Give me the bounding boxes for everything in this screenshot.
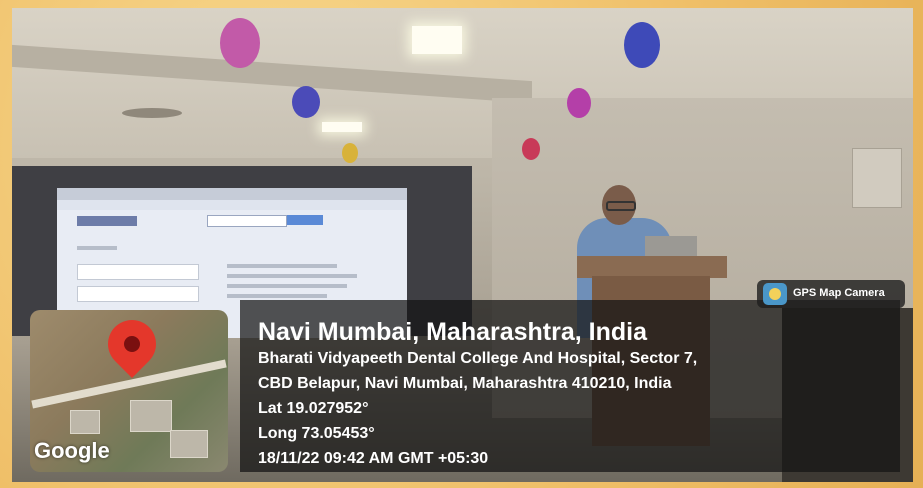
login-heading [77, 246, 117, 250]
site-search-button [287, 215, 323, 225]
address-line-1: Bharati Vidyapeeth Dental College And Ho… [258, 350, 698, 367]
hanging-decoration [624, 22, 660, 68]
password-field [77, 286, 199, 302]
hanging-decoration [522, 138, 540, 160]
site-search-box [207, 215, 287, 227]
address-line-2: CBD Belapur, Navi Mumbai, Maharashtra 41… [258, 375, 672, 392]
camera-app-icon [763, 283, 787, 305]
location-title: Navi Mumbai, Maharashtra, India [258, 318, 647, 346]
datetime: 18/11/22 09:42 AM GMT +05:30 [258, 450, 489, 467]
podium-top [577, 256, 727, 278]
map-building [130, 400, 172, 432]
longitude: Long 73.05453° [258, 425, 375, 442]
map-thumbnail: Google [30, 310, 228, 472]
info-text [227, 294, 327, 298]
hanging-decoration [220, 18, 260, 68]
site-logo [77, 216, 137, 226]
ceiling-fan [122, 108, 182, 118]
wall-panel [852, 148, 902, 208]
username-field [77, 264, 199, 280]
latitude: Lat 19.027952° [258, 400, 369, 417]
browser-address-bar [57, 200, 407, 210]
hanging-decoration [292, 86, 320, 118]
hanging-decoration [342, 143, 358, 163]
google-logo: Google [34, 438, 110, 463]
speaker-glasses [606, 201, 636, 211]
ceiling-light [322, 122, 362, 132]
decorative-border: Google GPS Map Camera Navi Mumbai, Mahar… [0, 0, 923, 488]
info-text [227, 264, 337, 268]
gps-map-camera-badge: GPS Map Camera [757, 280, 905, 308]
hanging-decoration [567, 88, 591, 118]
info-text [227, 274, 357, 278]
map-building [70, 410, 100, 434]
map-pin-center [124, 336, 140, 352]
map-building [170, 430, 208, 458]
browser-tabs [57, 188, 407, 200]
gps-badge-label: GPS Map Camera [793, 287, 885, 299]
ceiling-light [412, 26, 462, 54]
info-text [227, 284, 347, 288]
